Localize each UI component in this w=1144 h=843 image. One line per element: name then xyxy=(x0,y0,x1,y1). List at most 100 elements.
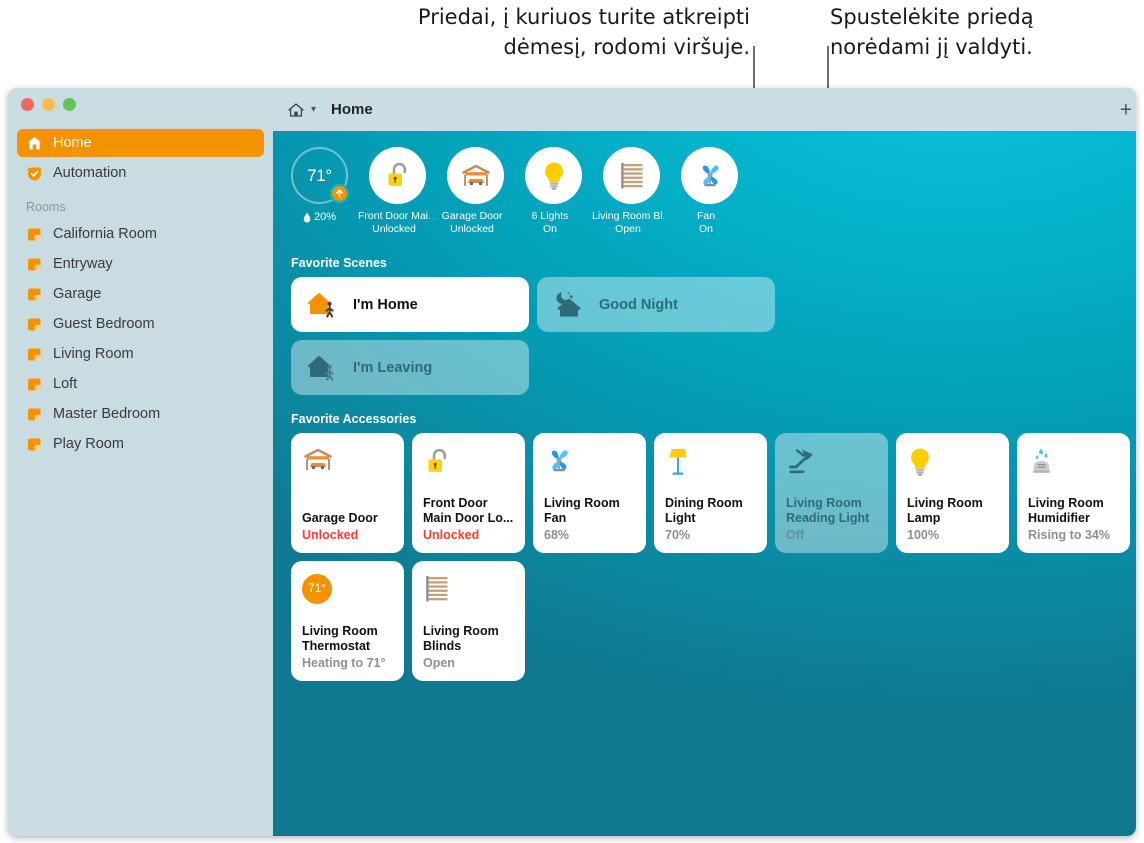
status-state: Unlocked xyxy=(372,223,416,235)
temperature-value: 71° xyxy=(307,166,332,186)
callout-text-tap-accessory: Spustelėkite priedą norėdami jį valdyti. xyxy=(830,2,1130,62)
status-blinds[interactable]: Living Room Bl... Open xyxy=(603,147,660,236)
fan-icon[interactable] xyxy=(681,147,738,204)
sidebar-item-label: Home xyxy=(53,135,92,151)
blinds-icon xyxy=(423,574,514,612)
house-icon xyxy=(26,135,43,152)
unlocked-padlock-icon xyxy=(423,446,514,484)
scene-im-leaving[interactable]: I'm Leaving xyxy=(291,340,529,395)
chevron-down-icon[interactable]: ▾ xyxy=(311,104,316,115)
status-lights[interactable]: 6 Lights On xyxy=(525,147,582,236)
accessory-state: Unlocked xyxy=(423,527,514,543)
section-title-favorite-accessories: Favorite Accessories xyxy=(291,412,1136,426)
accessory-state: Off xyxy=(786,527,877,543)
sidebar-item-label: Entryway xyxy=(53,256,113,272)
fan-icon xyxy=(544,446,635,484)
sidebar-item-label: Automation xyxy=(53,165,126,181)
accessory-state: Unlocked xyxy=(302,527,393,543)
status-name: Fan xyxy=(697,210,715,222)
reading-lamp-icon xyxy=(786,446,877,484)
clock-check-icon xyxy=(26,165,43,182)
zoom-button[interactable] xyxy=(63,98,76,111)
accessory-tile-dining-room-light[interactable]: Dining Room Light 70% xyxy=(654,433,767,553)
accessory-name: Dining Room Light xyxy=(665,496,756,526)
floor-lamp-icon xyxy=(665,446,756,484)
sidebar-item-automation[interactable]: Automation xyxy=(17,159,264,187)
thermostat-icon: 71° xyxy=(302,574,393,612)
sidebar-nav: Home Automation Rooms xyxy=(17,129,264,458)
unlocked-padlock-icon[interactable] xyxy=(369,147,426,204)
status-name: 6 Lights xyxy=(532,210,569,222)
room-icon xyxy=(26,346,43,363)
sidebar-item-home[interactable]: Home xyxy=(17,129,264,157)
accessory-tile-living-room-humidifier[interactable]: Living Room Humidifier Rising to 34% xyxy=(1017,433,1130,553)
close-button[interactable] xyxy=(21,98,34,111)
sidebar-item-play-room[interactable]: Play Room xyxy=(17,430,264,458)
sidebar-item-label: Play Room xyxy=(53,436,124,452)
sidebar-item-living-room[interactable]: Living Room xyxy=(17,340,264,368)
accessory-name: Living Room Blinds xyxy=(423,624,514,654)
status-name: Living Room Bl... xyxy=(592,210,664,222)
lightbulb-icon xyxy=(907,446,998,484)
status-fan[interactable]: Fan On xyxy=(681,147,738,236)
status-garage-door[interactable]: Garage Door Unlocked xyxy=(447,147,504,236)
sidebar-item-california-room[interactable]: California Room xyxy=(17,220,264,248)
sidebar-item-label: Living Room xyxy=(53,346,134,362)
accessory-tile-living-room-fan[interactable]: Living Room Fan 68% xyxy=(533,433,646,553)
sidebar-item-loft[interactable]: Loft xyxy=(17,370,264,398)
accessory-tile-living-room-lamp[interactable]: Living Room Lamp 100% xyxy=(896,433,1009,553)
status-state: Unlocked xyxy=(450,223,494,235)
room-icon xyxy=(26,286,43,303)
house-person-leaving-icon xyxy=(307,353,341,383)
main-panel: ▾ Home + 71° xyxy=(273,88,1136,836)
temperature-ring[interactable]: 71° xyxy=(291,147,348,204)
room-icon xyxy=(26,226,43,243)
content-area: 71° 20% xyxy=(273,131,1136,836)
blinds-icon[interactable] xyxy=(603,147,660,204)
scene-label: I'm Leaving xyxy=(353,360,432,376)
accessory-tile-garage-door[interactable]: Garage Door Unlocked xyxy=(291,433,404,553)
accessory-name: Front Door Main Door Lo... xyxy=(423,496,514,526)
add-button[interactable]: + xyxy=(1120,99,1132,120)
humidifier-icon xyxy=(1028,446,1119,484)
favorite-accessories-grid: Garage Door Unlocked xyxy=(291,433,1136,681)
scene-label: I'm Home xyxy=(353,297,418,313)
section-title-favorite-scenes: Favorite Scenes xyxy=(291,256,1136,270)
accessory-tile-front-door-main-door-lock[interactable]: Front Door Main Door Lo... Unlocked xyxy=(412,433,525,553)
house-icon xyxy=(287,101,305,119)
accessory-state: Open xyxy=(423,655,514,671)
garage-icon[interactable] xyxy=(447,147,504,204)
accessory-tile-living-room-reading-light[interactable]: Living Room Reading Light Off xyxy=(775,433,888,553)
room-icon xyxy=(26,256,43,273)
minimize-button[interactable] xyxy=(42,98,55,111)
accessory-state: Heating to 71° xyxy=(302,655,393,671)
humidity-readout: 20% xyxy=(303,211,336,223)
humidity-value: 20% xyxy=(314,211,336,223)
window-controls[interactable] xyxy=(21,98,76,111)
lightbulb-icon[interactable] xyxy=(525,147,582,204)
accessory-name: Living Room Reading Light xyxy=(786,496,877,526)
favorite-scenes-grid: I'm Home Good Night xyxy=(291,277,775,395)
garage-icon xyxy=(302,446,393,484)
scene-im-home[interactable]: I'm Home xyxy=(291,277,529,332)
status-front-door-lock[interactable]: Front Door Mai... Unlocked xyxy=(369,147,426,236)
sidebar-item-master-bedroom[interactable]: Master Bedroom xyxy=(17,400,264,428)
sidebar-item-guest-bedroom[interactable]: Guest Bedroom xyxy=(17,310,264,338)
accessory-name: Living Room Lamp xyxy=(907,496,998,526)
status-state: Open xyxy=(615,223,641,235)
accessory-tile-living-room-blinds[interactable]: Living Room Blinds Open xyxy=(412,561,525,681)
arrow-up-icon xyxy=(330,184,349,203)
sidebar-item-label: Guest Bedroom xyxy=(53,316,155,332)
sidebar-item-label: California Room xyxy=(53,226,157,242)
accessory-name: Garage Door xyxy=(302,511,393,526)
scene-good-night[interactable]: Good Night xyxy=(537,277,775,332)
room-icon xyxy=(26,406,43,423)
status-summary-row: 71° 20% xyxy=(281,131,1136,236)
status-climate[interactable]: 71° 20% xyxy=(291,147,348,223)
sidebar-item-label: Loft xyxy=(53,376,77,392)
accessory-tile-living-room-thermostat[interactable]: 71° Living Room Thermostat Heating to 71… xyxy=(291,561,404,681)
house-person-icon xyxy=(307,290,341,320)
sidebar-item-garage[interactable]: Garage xyxy=(17,280,264,308)
thermostat-badge-value: 71° xyxy=(308,583,325,595)
sidebar-item-entryway[interactable]: Entryway xyxy=(17,250,264,278)
